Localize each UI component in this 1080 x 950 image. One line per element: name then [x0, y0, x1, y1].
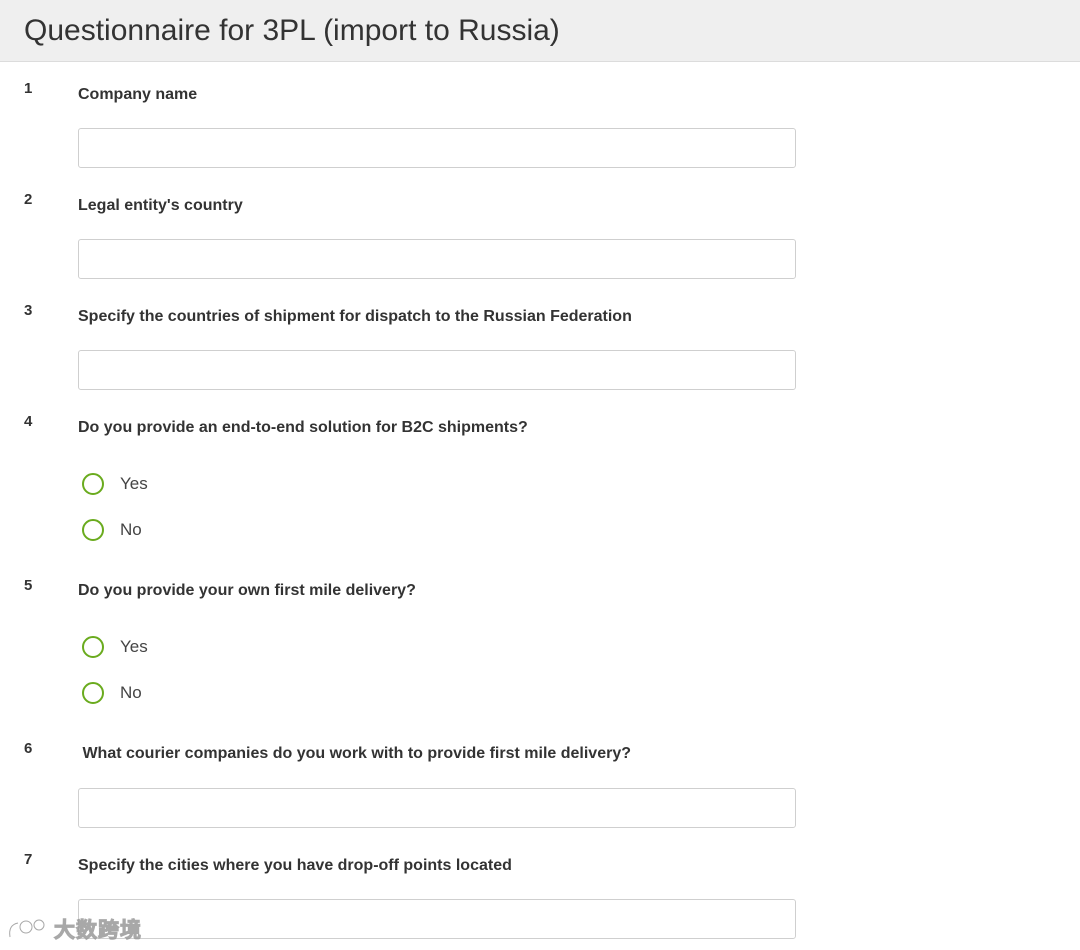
radio-label-yes: Yes	[120, 637, 148, 656]
question-5-label: Do you provide your own first mile deliv…	[78, 582, 416, 599]
radio-button-icon[interactable]	[82, 682, 104, 704]
radio-button-icon[interactable]	[82, 636, 104, 658]
shipment-countries-input[interactable]	[78, 350, 796, 390]
radio-button-icon[interactable]	[82, 473, 104, 495]
radio-label-yes: Yes	[120, 474, 148, 493]
company-name-input[interactable]	[78, 128, 796, 168]
question-7-label: Specify the cities where you have drop-o…	[78, 857, 512, 874]
page-title: Questionnaire for 3PL (import to Russia)	[24, 14, 560, 47]
question-6-number: 6	[24, 740, 33, 757]
radio-button-icon[interactable]	[82, 519, 104, 541]
question-4-label: Do you provide an end-to-end solution fo…	[78, 419, 528, 436]
question-4-number: 4	[24, 413, 33, 430]
watermark-text: 大数跨境	[54, 918, 142, 943]
question-5-option-yes[interactable]: Yes	[82, 634, 148, 660]
legal-entity-country-input[interactable]	[78, 239, 796, 279]
courier-companies-input[interactable]	[78, 788, 796, 828]
question-2-number: 2	[24, 191, 33, 208]
radio-label-no: No	[120, 683, 142, 702]
questionnaire-page: Questionnaire for 3PL (import to Russia)…	[0, 0, 1080, 950]
question-5-number: 5	[24, 577, 33, 594]
question-7-number: 7	[24, 851, 33, 868]
radio-label-no: No	[120, 520, 142, 539]
question-3-number: 3	[24, 302, 33, 319]
question-6-label: What courier companies do you work with …	[78, 745, 631, 762]
page-header: Questionnaire for 3PL (import to Russia)	[0, 0, 1080, 62]
watermark-logo-icon	[8, 918, 46, 939]
question-4-option-yes[interactable]: Yes	[82, 471, 148, 497]
question-3-label: Specify the countries of shipment for di…	[78, 308, 632, 325]
watermark: 大数跨境	[6, 914, 142, 946]
question-2-label: Legal entity's country	[78, 197, 243, 214]
question-4-option-no[interactable]: No	[82, 517, 142, 543]
question-5-option-no[interactable]: No	[82, 680, 142, 706]
question-1-label: Company name	[78, 86, 198, 103]
drop-off-cities-input[interactable]	[78, 899, 796, 939]
question-1-number: 1	[24, 80, 33, 97]
